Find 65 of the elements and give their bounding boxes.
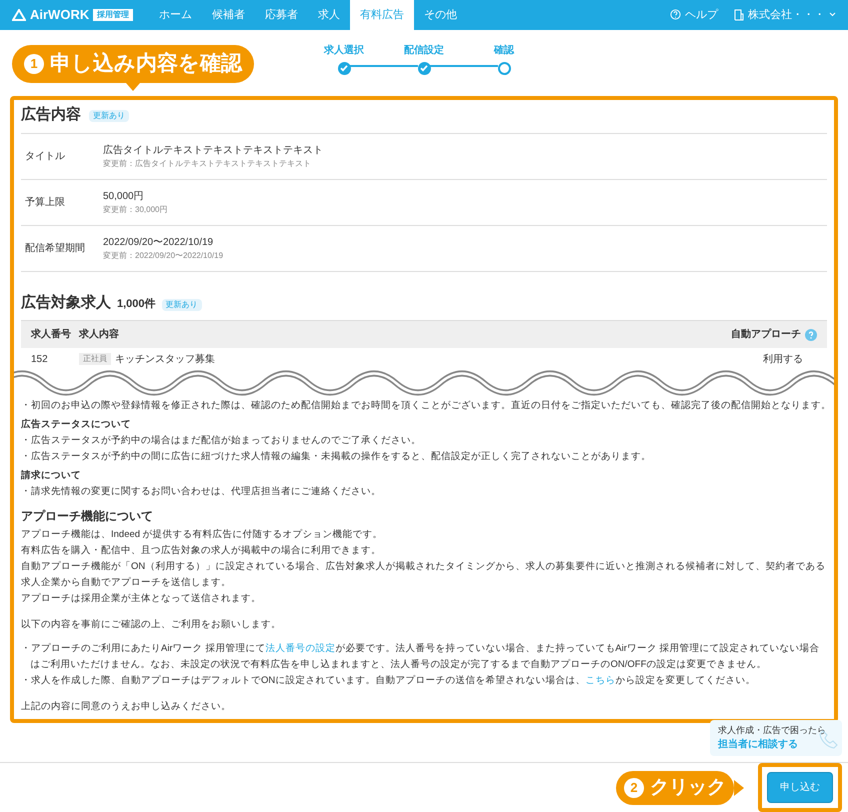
- table-cell-text: キッチンスタッフ募集: [115, 352, 215, 367]
- text-link[interactable]: 法人番号の設定: [265, 643, 336, 654]
- note-text: ・アプローチのご利用にあたりAirワーク 採用管理にて法人番号の設定が必要です。法人番号を持っていない場合、また持っていてもAirワーク 採用管理にて設定されていない場合はご利用いただけません。なお、未設定の状況で有料広告を申し込まれますと、法人番号の設定が完了するまで自動アプローチのON/OFFの設定は変更できません。: [21, 642, 820, 672]
- note-text: ・初回のお申込の際や登録情報を修正された際は、確認のため配信開始までお時間を頂くことがございます。直近の日付をご指定いただいても、確認完了後の配信開始となります。: [21, 399, 827, 414]
- column-header: 自動アプローチ: [731, 327, 801, 342]
- paragraph-text: 有料広告を購入・配信中、且つ広告対象の求人が掲載中の場合に利用できます。: [21, 544, 382, 558]
- logo-icon: [12, 8, 26, 21]
- chevron-down-icon: [829, 12, 836, 18]
- previous-value: 変更前：30,000円: [103, 204, 168, 216]
- note-text: ・広告ステータスが予約中の間に広告に紐づけた求人情報の編集・未掲載の操作をすると、配信設定が正しく完了されないことがあります。: [21, 450, 652, 464]
- help-icon: [670, 9, 681, 20]
- company-menu[interactable]: 株式会社・・・: [748, 6, 825, 24]
- paragraph-text: 自動アプローチ機能が「ON（利用する）」に設定されている場合、広告対象求人が掲載されたタイミングから、求人の募集要件に近いと推測される候補者に対して、契約者である求人企業から自動でアプローチを送信します。: [21, 560, 826, 590]
- building-icon: [734, 8, 744, 21]
- help-widget[interactable]: 求人作成・広告で困ったら 担当者に相談する: [710, 720, 842, 756]
- note-text: ・請求先情報の変更に関するお問い合わせは、代理店担当者にご連絡ください。: [21, 485, 382, 500]
- nav-tab[interactable]: 求人: [308, 0, 350, 30]
- help-widget-link: 担当者に相談する: [718, 738, 799, 752]
- help-icon[interactable]: [805, 328, 817, 341]
- note-text: ・広告ステータスが予約中の場合はまだ配信が始まっておりませんのでご了承ください。: [21, 434, 422, 448]
- field-label: 予算上限: [25, 196, 66, 210]
- field-value: 広告タイトルテキストテキストテキストテキスト: [103, 144, 323, 158]
- field-label: タイトル: [25, 150, 66, 164]
- submit-button[interactable]: 申し込む: [767, 772, 833, 804]
- note-heading: 請求について: [21, 469, 82, 484]
- step-label: 配信設定: [404, 43, 444, 58]
- note-text: ・求人を作成した際、自動アプローチはデフォルトでONに設定されています。自動アプローチの送信を希望されない場合は、こちら から設定を変更してください。: [21, 674, 756, 688]
- help-widget-text: 求人作成・広告で困ったら: [718, 724, 827, 737]
- section-heading: アプローチ機能について: [21, 508, 154, 524]
- help-link[interactable]: ヘルプ: [685, 6, 718, 24]
- job-type-tag: 正社員: [79, 353, 111, 366]
- callout-number: 1: [24, 54, 44, 74]
- column-header: 求人内容: [79, 327, 119, 342]
- phone-icon: [818, 728, 840, 750]
- text-link[interactable]: こちら: [585, 675, 616, 686]
- paragraph-text: アプローチ機能は、Indeed が提供する有料広告に付随するオプション機能です。: [21, 528, 384, 542]
- item-count: 1,000件: [117, 296, 156, 312]
- nav-tab[interactable]: その他: [414, 0, 468, 30]
- step-label: 求人選択: [324, 44, 364, 58]
- nav-tab[interactable]: ホーム: [149, 0, 202, 30]
- update-badge: 更新あり: [162, 298, 202, 311]
- update-badge: 更新あり: [89, 110, 129, 122]
- callout-title: クリック: [650, 776, 726, 800]
- note-heading: 広告ステータスについて: [21, 418, 132, 432]
- previous-value: 変更前：広告タイトルテキストテキストテキストテキスト: [103, 158, 312, 170]
- nav-tab[interactable]: 応募者: [255, 0, 308, 30]
- table-cell-text: 利用する: [763, 352, 803, 367]
- field-value: 2022/09/20〜2022/10/19: [103, 236, 214, 250]
- field-label: 配信希望期間: [25, 242, 86, 256]
- section-title: 広告内容: [21, 105, 81, 126]
- section-title: 広告対象求人: [21, 292, 111, 313]
- callout-number: 2: [624, 778, 644, 798]
- nav-tab[interactable]: 有料広告: [350, 0, 414, 30]
- step-label: 確認: [494, 44, 514, 58]
- previous-value: 変更前：2022/09/20〜2022/10/19: [103, 250, 224, 262]
- paragraph-text: 上記の内容に同意のうえお申し込みください。: [21, 700, 232, 714]
- logo-text: AirWORK: [30, 6, 90, 24]
- paragraph-text: アプローチは採用企業が主体となって送信されます。: [21, 592, 262, 606]
- logo-badge: 採用管理: [93, 8, 134, 21]
- field-value: 50,000円: [103, 190, 145, 204]
- callout-title: 申し込み内容を確認: [50, 50, 242, 77]
- paragraph-text: 以下の内容を事前にご確認の上、ご利用をお願いします。: [21, 618, 282, 632]
- table-cell-text: 152: [31, 352, 49, 367]
- nav-tab[interactable]: 候補者: [202, 0, 256, 30]
- column-header: 求人番号: [31, 328, 72, 342]
